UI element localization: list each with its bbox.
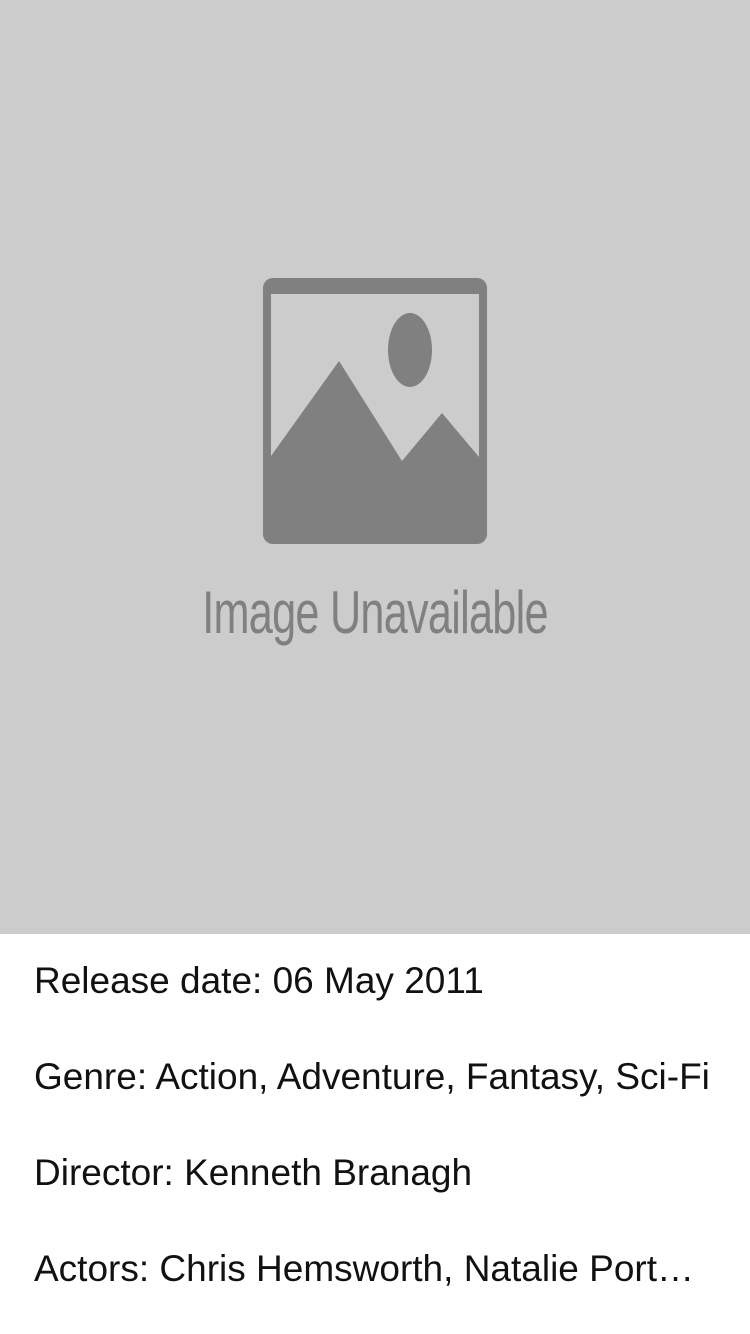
director: Director: Kenneth Branagh <box>34 1152 473 1193</box>
genre: Genre: Action, Adventure, Fantasy, Sci-F… <box>34 1056 710 1097</box>
movie-poster: Image Unavailable <box>0 0 750 934</box>
image-placeholder-icon <box>263 278 487 544</box>
image-unavailable-label: Image Unavailable <box>202 579 548 646</box>
movie-details: Release date: 06 May 2011 Genre: Action,… <box>0 934 750 1334</box>
actors: Actors: Chris Hemsworth, Natalie Portman <box>34 1248 714 1289</box>
release-date: Release date: 06 May 2011 <box>34 960 484 1001</box>
